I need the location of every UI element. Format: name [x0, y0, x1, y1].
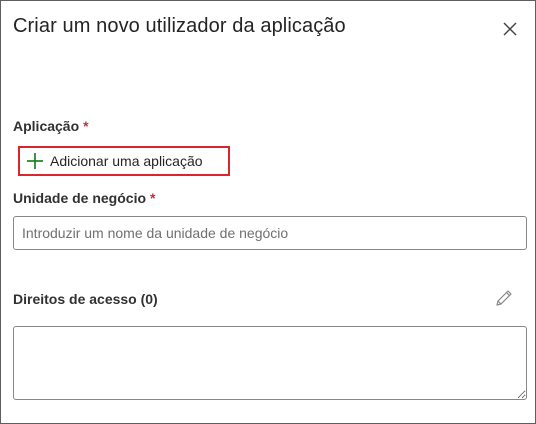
edit-access-rights-button[interactable] [494, 288, 514, 308]
required-marker: * [150, 190, 156, 206]
business-unit-input[interactable] [13, 216, 527, 250]
business-unit-label-text: Unidade de negócio [13, 190, 147, 206]
close-button[interactable] [498, 17, 522, 41]
close-icon [503, 22, 517, 36]
required-marker: * [83, 118, 89, 134]
dialog-title: Criar um novo utilizador da aplicação [13, 15, 346, 37]
add-application-button[interactable]: Adicionar uma aplicação [18, 146, 230, 176]
access-rights-label: Direitos de acesso (0) [13, 291, 158, 307]
access-rights-textarea[interactable] [13, 326, 527, 400]
plus-icon [27, 153, 43, 169]
pencil-icon [496, 290, 512, 306]
application-label: Aplicação * [13, 118, 89, 134]
add-application-label: Adicionar uma aplicação [50, 153, 203, 169]
application-label-text: Aplicação [13, 118, 80, 134]
business-unit-label: Unidade de negócio * [13, 190, 155, 206]
create-app-user-dialog: Criar um novo utilizador da aplicação Ap… [0, 0, 536, 424]
